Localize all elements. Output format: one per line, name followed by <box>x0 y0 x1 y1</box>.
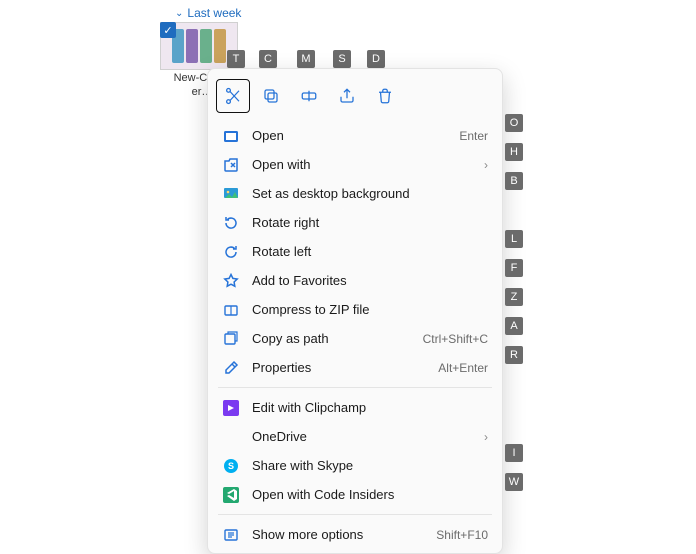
menu-item-shortcut: Ctrl+Shift+C <box>423 332 488 346</box>
menu-item-label: Share with Skype <box>252 458 488 473</box>
props-icon <box>222 359 240 377</box>
menu-item-show-more-options[interactable]: Show more options Shift+F10 <box>208 520 502 549</box>
menu-item-shortcut: Alt+Enter <box>438 361 488 375</box>
menu-item-edit-with-clipchamp[interactable]: Edit with Clipchamp <box>208 393 502 422</box>
menu-item-open[interactable]: Open Enter <box>208 121 502 150</box>
menu-item-label: Open with Code Insiders <box>252 487 488 502</box>
menu-item-rotate-left[interactable]: Rotate left <box>208 237 502 266</box>
menu-item-shortcut: Shift+F10 <box>436 528 488 542</box>
cut-button[interactable] <box>216 79 250 113</box>
rotright-icon <box>222 214 240 232</box>
clipchamp-icon <box>222 399 240 417</box>
menu-item-properties[interactable]: Properties Alt+Enter <box>208 353 502 382</box>
chevron-down-icon: ⌄ <box>175 8 183 19</box>
svg-text:S: S <box>228 461 234 471</box>
chevron-right-icon: › <box>484 158 488 172</box>
delete-button[interactable] <box>368 79 402 113</box>
copy-icon <box>262 87 280 105</box>
menu-separator <box>218 387 492 388</box>
vscode-icon <box>222 486 240 504</box>
scissors-icon <box>224 87 242 105</box>
menu-item-label: Rotate left <box>252 244 488 259</box>
copypath-icon <box>222 330 240 348</box>
rotleft-icon <box>222 243 240 261</box>
access-key-hint: T <box>227 50 245 68</box>
access-key-hint: A <box>505 317 523 335</box>
access-key-hint: W <box>505 473 523 491</box>
menu-item-shortcut: Enter <box>459 129 488 143</box>
menu-item-set-as-desktop-background[interactable]: Set as desktop background <box>208 179 502 208</box>
access-key-hint: O <box>505 114 523 132</box>
menu-item-label: Rotate right <box>252 215 488 230</box>
wallpaper-icon <box>222 185 240 203</box>
access-key-hint: F <box>505 259 523 277</box>
star-icon <box>222 272 240 290</box>
chevron-right-icon: › <box>484 430 488 444</box>
menu-item-add-to-favorites[interactable]: Add to Favorites <box>208 266 502 295</box>
menu-item-label: Open <box>252 128 447 143</box>
more-icon <box>222 526 240 544</box>
access-key-hint: Z <box>505 288 523 306</box>
access-key-hint: H <box>505 143 523 161</box>
openwith-icon <box>222 156 240 174</box>
menu-item-open-with[interactable]: Open with › <box>208 150 502 179</box>
check-icon: ✓ <box>160 22 176 38</box>
menu-item-label: Compress to ZIP file <box>252 302 488 317</box>
group-header-label: Last week <box>187 6 241 20</box>
menu-item-label: Set as desktop background <box>252 186 488 201</box>
access-key-hint: D <box>367 50 385 68</box>
menu-item-compress-to-zip-file[interactable]: Compress to ZIP file <box>208 295 502 324</box>
zip-icon <box>222 301 240 319</box>
share-icon <box>338 87 356 105</box>
access-key-hint: M <box>297 50 315 68</box>
trash-icon <box>376 87 394 105</box>
context-toolbar <box>208 75 502 121</box>
menu-separator <box>218 514 492 515</box>
rename-icon <box>300 87 318 105</box>
access-key-hint: L <box>505 230 523 248</box>
copy-button[interactable] <box>254 79 288 113</box>
access-key-hint: C <box>259 50 277 68</box>
share-button[interactable] <box>330 79 364 113</box>
blank-icon <box>222 428 240 446</box>
menu-item-onedrive[interactable]: OneDrive › <box>208 422 502 451</box>
menu-item-label: Open with <box>252 157 472 172</box>
access-key-hint: R <box>505 346 523 364</box>
open-icon <box>222 127 240 145</box>
menu-item-copy-as-path[interactable]: Copy as path Ctrl+Shift+C <box>208 324 502 353</box>
skype-icon: S <box>222 457 240 475</box>
menu-item-label: Copy as path <box>252 331 411 346</box>
context-menu: Open Enter Open with › Set as desktop backgr… <box>207 68 503 554</box>
group-header-last-week[interactable]: ⌄ Last week <box>175 6 241 20</box>
menu-item-rotate-right[interactable]: Rotate right <box>208 208 502 237</box>
rename-button[interactable] <box>292 79 326 113</box>
menu-item-label: OneDrive <box>252 429 472 444</box>
menu-item-label: Edit with Clipchamp <box>252 400 488 415</box>
menu-item-open-with-code-insiders[interactable]: Open with Code Insiders <box>208 480 502 509</box>
access-key-hint: S <box>333 50 351 68</box>
menu-item-share-with-skype[interactable]: S Share with Skype <box>208 451 502 480</box>
access-key-hint: B <box>505 172 523 190</box>
menu-item-label: Show more options <box>252 527 424 542</box>
access-key-hint: I <box>505 444 523 462</box>
menu-item-label: Properties <box>252 360 426 375</box>
menu-item-label: Add to Favorites <box>252 273 488 288</box>
